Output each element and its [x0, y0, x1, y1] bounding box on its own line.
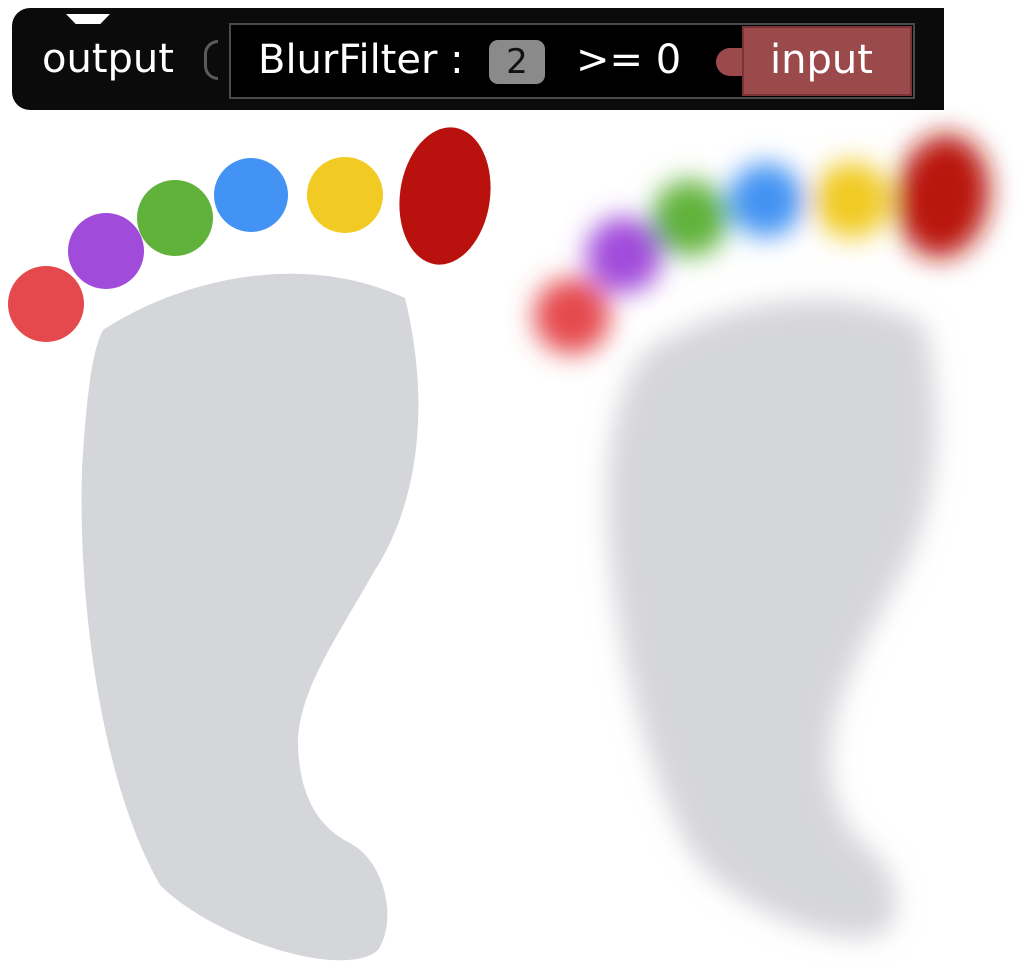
toe-1 — [8, 266, 84, 342]
foot-sole — [81, 273, 419, 961]
toe-4 — [214, 158, 288, 232]
foot-sole-blurred — [607, 299, 936, 938]
toe-5 — [307, 157, 383, 233]
toe-2-blurred — [586, 217, 662, 293]
toe-6 — [399, 127, 491, 265]
preview-canvas — [8, 127, 990, 961]
toe-6-blurred — [896, 134, 990, 258]
toe-3-blurred — [652, 180, 728, 256]
toe-3 — [137, 180, 213, 256]
toe-4-blurred — [729, 163, 803, 237]
toe-5-blurred — [814, 162, 890, 238]
toe-1-blurred — [534, 278, 610, 354]
toe-2 — [68, 213, 144, 289]
original-footprint-image — [8, 127, 491, 961]
blurred-footprint-image — [534, 134, 990, 938]
